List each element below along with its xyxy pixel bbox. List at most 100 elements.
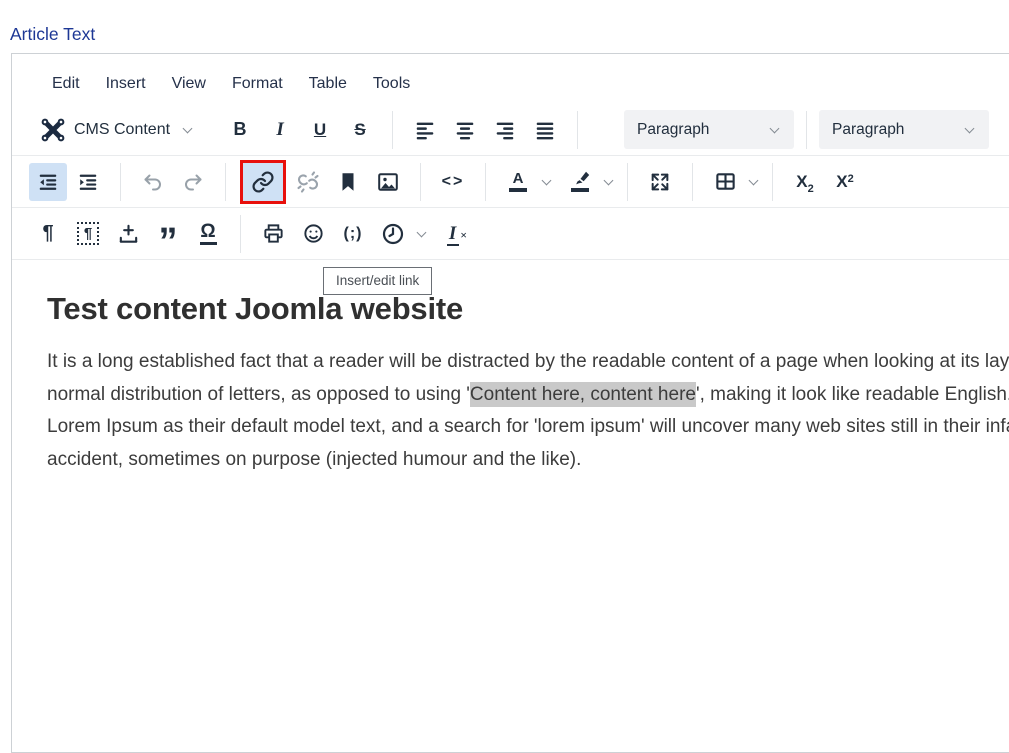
redo-button[interactable]: [174, 163, 212, 201]
link-icon: [251, 170, 275, 194]
clock-icon: [381, 222, 405, 246]
menu-edit[interactable]: Edit: [39, 69, 93, 99]
menu-table[interactable]: Table: [296, 69, 360, 99]
subscript-icon: X2: [796, 172, 813, 192]
strikethrough-button[interactable]: S: [341, 111, 379, 149]
table-icon: [714, 170, 737, 193]
redo-icon: [181, 170, 205, 194]
cms-content-dropdown[interactable]: CMS Content: [40, 117, 194, 143]
source-code-icon: <>: [442, 173, 465, 191]
table-button[interactable]: [706, 163, 744, 201]
clear-formatting-icon: I×: [447, 223, 467, 245]
highlight-color-button[interactable]: [561, 163, 599, 201]
toolbar-separator: [772, 163, 773, 201]
chevron-down-icon: [183, 123, 193, 133]
align-justify-icon: [534, 119, 556, 141]
insert-image-button[interactable]: [369, 163, 407, 201]
highlight-red-outline: [240, 160, 286, 204]
text-color-icon: A: [509, 171, 527, 192]
undo-icon: [141, 170, 165, 194]
toolbar-row-1: CMS Content B I U S: [12, 104, 1009, 156]
unlink-button[interactable]: [289, 163, 327, 201]
italic-button[interactable]: I: [261, 111, 299, 149]
chevron-down-icon: [965, 123, 975, 133]
menu-insert[interactable]: Insert: [93, 69, 159, 99]
text-color-button[interactable]: A: [499, 163, 537, 201]
fullscreen-icon: [649, 171, 671, 193]
undo-button[interactable]: [134, 163, 172, 201]
chevron-down-icon: [770, 123, 780, 133]
align-center-icon: [454, 119, 476, 141]
paragraph-format-dropdown[interactable]: Paragraph: [624, 110, 794, 149]
toolbar-separator: [392, 111, 393, 149]
indent-icon: [77, 171, 99, 193]
special-character-icon: (;): [344, 225, 363, 243]
superscript-button[interactable]: X2: [826, 163, 864, 201]
toolbar-row-2: <> A: [12, 156, 1009, 208]
chevron-down-icon[interactable]: [604, 175, 614, 185]
stamp-button[interactable]: Ω: [189, 215, 227, 253]
insert-edit-link-button[interactable]: [243, 163, 283, 201]
paragraph-style-dropdown[interactable]: Paragraph: [819, 110, 989, 149]
paragraph-format-value: Paragraph: [637, 121, 709, 139]
emoticon-icon: [302, 222, 325, 245]
insert-edit-link-tooltip: Insert/edit link: [323, 267, 432, 295]
blockquote-button[interactable]: ”: [149, 215, 187, 253]
bookmark-anchor-button[interactable]: [329, 163, 367, 201]
underline-icon: U: [314, 120, 326, 140]
menu-view[interactable]: View: [159, 69, 219, 99]
article-text-label: Article Text: [10, 24, 95, 45]
unlink-icon: [296, 170, 320, 194]
toolbar-separator: [420, 163, 421, 201]
align-right-button[interactable]: [486, 111, 524, 149]
emoticons-button[interactable]: [294, 215, 332, 253]
bookmark-icon: [337, 171, 359, 193]
outdent-button[interactable]: [29, 163, 67, 201]
underline-button[interactable]: U: [301, 111, 339, 149]
toolbar-separator: [120, 163, 121, 201]
toolbar-separator: [627, 163, 628, 201]
editor-menubar: Edit Insert View Format Table Tools: [12, 54, 1009, 104]
paragraph-mark-icon: ¶: [42, 222, 53, 245]
align-right-icon: [494, 119, 516, 141]
read-more-button[interactable]: [109, 215, 147, 253]
subscript-button[interactable]: X2: [786, 163, 824, 201]
toolbar-separator: [577, 111, 578, 149]
align-center-button[interactable]: [446, 111, 484, 149]
menu-format[interactable]: Format: [219, 69, 296, 99]
align-justify-button[interactable]: [526, 111, 564, 149]
align-left-button[interactable]: [406, 111, 444, 149]
menu-tools[interactable]: Tools: [360, 69, 423, 99]
bold-button[interactable]: B: [221, 111, 259, 149]
paragraph-line-2: normal distribution of letters, as oppos…: [47, 379, 1009, 412]
indent-button[interactable]: [69, 163, 107, 201]
superscript-icon: X2: [836, 172, 853, 192]
blockquote-icon: ”: [159, 237, 178, 247]
show-invisible-characters-button[interactable]: ¶: [69, 215, 107, 253]
special-character-button[interactable]: (;): [334, 215, 372, 253]
chevron-down-icon[interactable]: [749, 175, 759, 185]
image-icon: [376, 170, 400, 194]
clear-formatting-button[interactable]: I×: [438, 215, 476, 253]
fullscreen-button[interactable]: [641, 163, 679, 201]
outdent-icon: [37, 171, 59, 193]
print-button[interactable]: [254, 215, 292, 253]
paragraph-line-1: It is a long established fact that a rea…: [47, 346, 1009, 379]
read-more-icon: [117, 222, 140, 245]
paragraph-line-4: accident, sometimes on purpose (injected…: [47, 444, 1009, 477]
chevron-down-icon[interactable]: [542, 175, 552, 185]
insert-datetime-button[interactable]: [374, 215, 412, 253]
paragraph-mark-button[interactable]: ¶: [29, 215, 67, 253]
editor-content-area[interactable]: Test content Joomla website It is a long…: [12, 260, 1009, 476]
chevron-down-icon[interactable]: [417, 227, 427, 237]
editor-container: Edit Insert View Format Table Tools: [11, 53, 1009, 753]
paragraph-line-3: Lorem Ipsum as their default model text,…: [47, 411, 1009, 444]
joomla-logo-icon: [40, 117, 66, 143]
bold-icon: B: [234, 119, 247, 140]
source-code-button[interactable]: <>: [434, 163, 472, 201]
invisible-characters-icon: ¶: [77, 222, 99, 245]
toolbar-separator: [240, 215, 241, 253]
strikethrough-icon: S: [354, 120, 365, 140]
toolbar-separator: [225, 163, 226, 201]
toolbar-separator: [485, 163, 486, 201]
